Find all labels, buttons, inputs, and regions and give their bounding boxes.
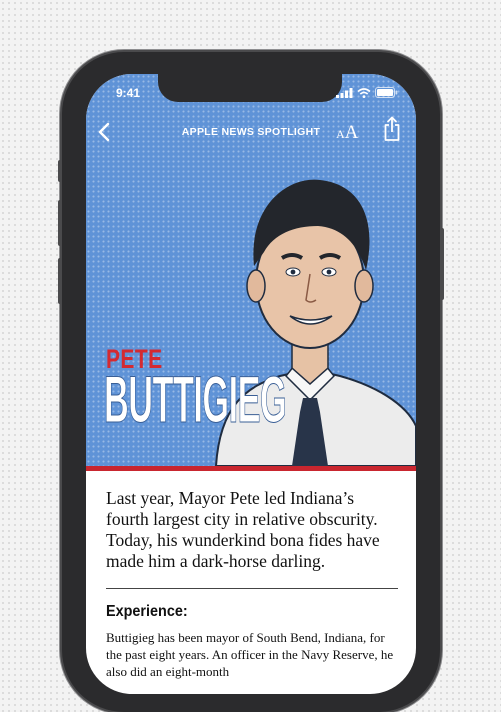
body-paragraph: Buttigieg has been mayor of South Bend, … <box>106 630 394 679</box>
wifi-icon <box>357 87 371 98</box>
headline-last-name: BUTTIGIEG <box>104 362 287 436</box>
section-divider <box>106 588 398 589</box>
text-size-small-glyph: A <box>336 127 345 141</box>
signal-icon <box>336 87 353 98</box>
status-time: 9:41 <box>116 86 141 100</box>
nav-title: APPLE NEWS SPOTLIGHT <box>181 126 321 138</box>
phone-screen: 9:41 APPLE NEWS SPOTLIGHT AA PETE BUTTIG… <box>86 74 416 694</box>
navigation-bar: APPLE NEWS SPOTLIGHT AA <box>86 116 416 148</box>
side-button <box>440 228 444 300</box>
text-size-large-glyph: A <box>344 122 359 143</box>
status-icons <box>336 87 398 98</box>
camera-notch <box>158 74 342 102</box>
volume-down-button <box>58 258 62 304</box>
share-icon <box>384 116 400 141</box>
text-size-button[interactable]: AA <box>336 122 358 144</box>
hero-illustration: 9:41 APPLE NEWS SPOTLIGHT AA PETE BUTTIG… <box>86 74 416 466</box>
accent-rule <box>86 466 416 471</box>
share-button[interactable] <box>382 116 402 142</box>
article-body: Last year, Mayor Pete led Indiana’s four… <box>106 488 398 680</box>
article-lede: Last year, Mayor Pete led Indiana’s four… <box>106 488 380 571</box>
section-heading: Experience: <box>106 603 188 620</box>
mute-switch <box>58 160 62 182</box>
battery-icon <box>375 87 398 98</box>
volume-up-button <box>58 200 62 246</box>
